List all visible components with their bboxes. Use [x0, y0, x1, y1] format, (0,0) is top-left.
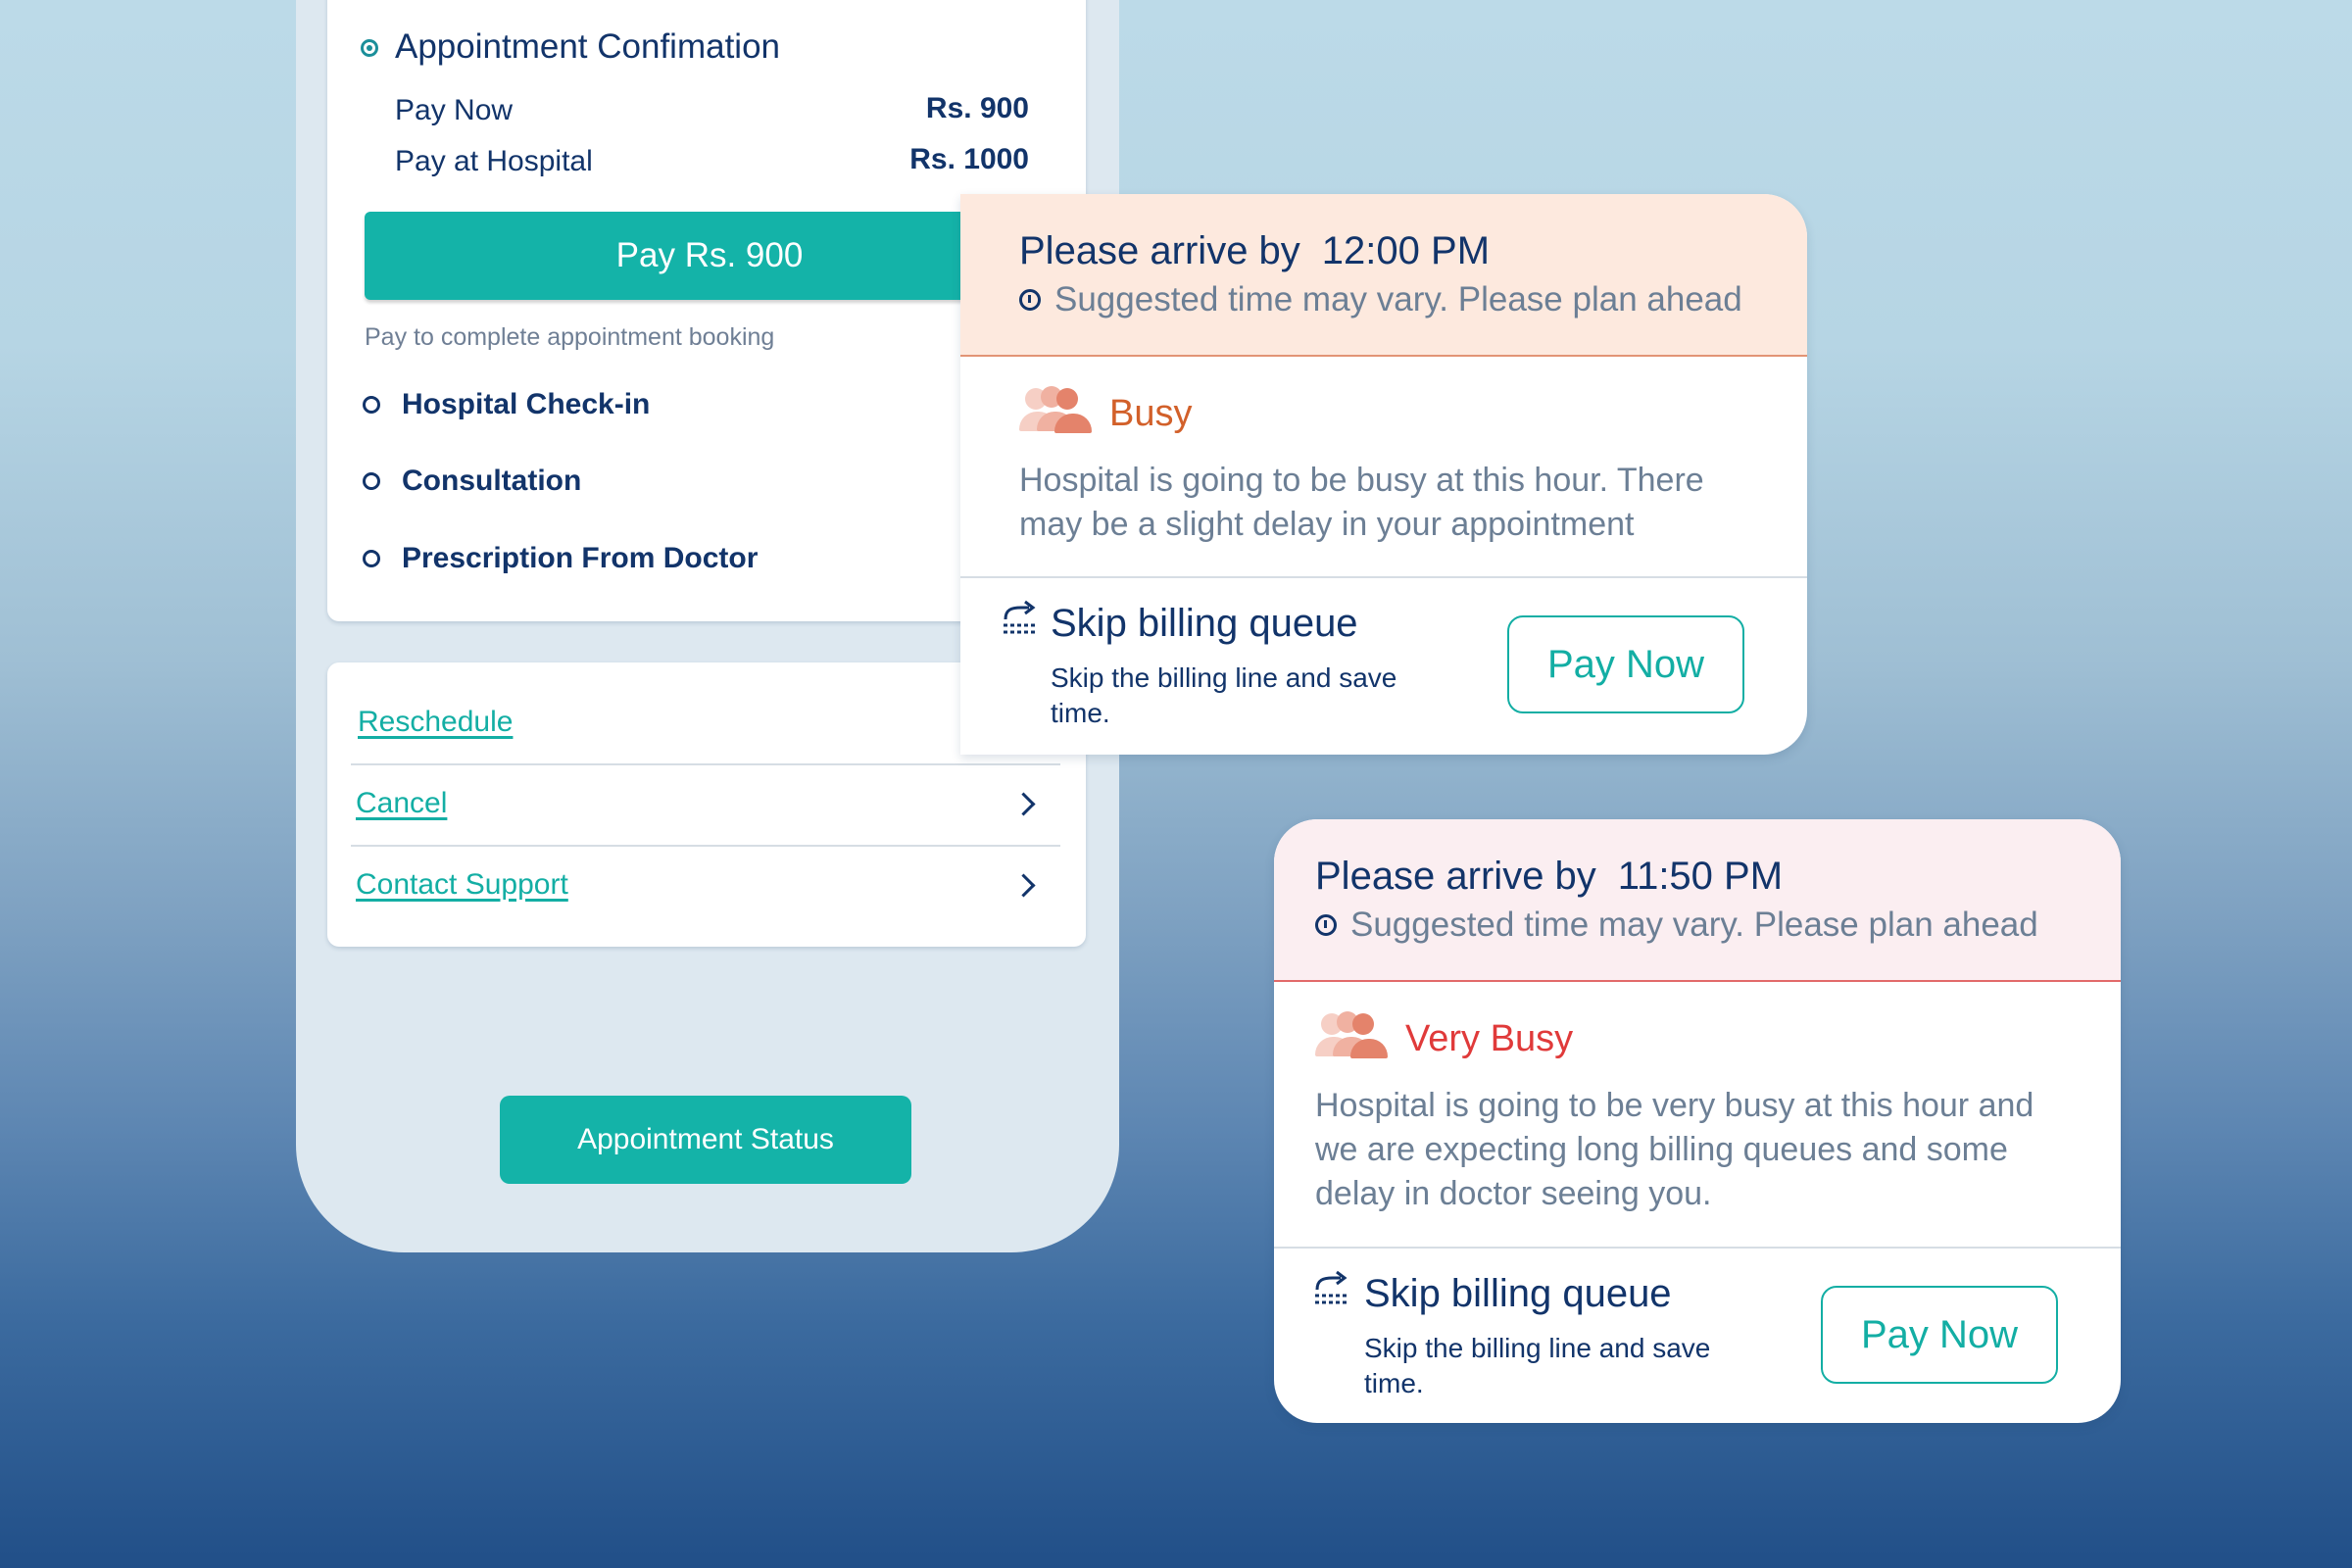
arrive-time: 11:50 PM — [1617, 855, 1784, 898]
very-busy-status: Very Busy — [1315, 1011, 1573, 1066]
pay-now-button[interactable]: Pay Now — [1507, 615, 1744, 713]
arrive-time: 12:00 PM — [1321, 229, 1491, 272]
step-hospital-checkin: Hospital Check-in — [402, 388, 651, 420]
note-text: Suggested time may vary. Please plan ahe… — [1350, 906, 2038, 944]
arrival-notice-busy: Please arrive by 12:00 PM Suggested time … — [960, 194, 1807, 755]
skip-queue-icon — [1315, 1270, 1348, 1304]
arrive-by-text: Please arrive by 12:00 PM — [1019, 229, 1490, 273]
pay-at-hospital-amount: Rs. 1000 — [909, 143, 1029, 175]
notice-header: Please arrive by 12:00 PM Suggested time … — [960, 194, 1807, 357]
pay-now-label: Pay Now — [395, 94, 514, 126]
busy-status: Busy — [1019, 386, 1192, 441]
note-text: Suggested time may vary. Please plan ahe… — [1054, 280, 1742, 318]
contact-support-link[interactable]: Contact Support — [356, 868, 568, 902]
arrival-notice-very-busy: Please arrive by 11:50 PM Suggested time … — [1274, 819, 2121, 1423]
divider — [351, 763, 1060, 765]
very-busy-description: Hospital is going to be very busy at thi… — [1315, 1087, 2034, 1212]
arrive-by-text: Please arrive by 11:50 PM — [1315, 855, 1783, 899]
step-radio — [363, 472, 380, 490]
pay-now-button[interactable]: Pay Now — [1821, 1286, 2058, 1384]
divider — [960, 576, 1807, 578]
skip-billing-description: Skip the billing line and save time. — [1364, 1333, 1711, 1398]
reschedule-link[interactable]: Reschedule — [358, 706, 513, 739]
step-radio — [363, 396, 380, 414]
notice-header: Please arrive by 11:50 PM Suggested time … — [1274, 819, 2121, 982]
step-appointment-confirmation: Appointment Confimation — [395, 27, 780, 66]
skip-queue-icon — [1004, 600, 1037, 634]
pay-at-hospital-label: Pay at Hospital — [395, 145, 593, 177]
info-icon — [1315, 914, 1337, 936]
suggested-time-note: Suggested time may vary. Please plan ahe… — [1315, 906, 2038, 945]
payment-hint: Pay to complete appointment booking — [365, 323, 775, 351]
info-icon — [1019, 289, 1041, 311]
skip-billing-description: Skip the billing line and save time. — [1051, 662, 1397, 728]
busy-label: Busy — [1109, 392, 1193, 434]
step-radio — [363, 550, 380, 567]
crowd-icon — [1315, 1011, 1396, 1066]
pay-button[interactable]: Pay Rs. 900 — [365, 212, 1054, 300]
appointment-status-button[interactable]: Appointment Status — [500, 1096, 911, 1184]
busy-description: Hospital is going to be busy at this hou… — [1019, 462, 1704, 543]
skip-billing-title: Skip billing queue — [1364, 1272, 1672, 1315]
arrive-prefix: Please arrive by — [1315, 855, 1596, 898]
step-consultation: Consultation — [402, 465, 582, 497]
very-busy-label: Very Busy — [1405, 1017, 1574, 1059]
pay-now-amount: Rs. 900 — [925, 92, 1029, 124]
step-radio-active — [361, 39, 378, 57]
crowd-icon — [1019, 386, 1100, 441]
suggested-time-note: Suggested time may vary. Please plan ahe… — [1019, 280, 1742, 319]
cancel-link[interactable]: Cancel — [356, 787, 447, 820]
step-prescription: Prescription From Doctor — [402, 542, 759, 574]
arrive-prefix: Please arrive by — [1019, 229, 1300, 272]
skip-billing-title: Skip billing queue — [1051, 602, 1358, 645]
divider — [351, 845, 1060, 847]
divider — [1274, 1247, 2121, 1249]
